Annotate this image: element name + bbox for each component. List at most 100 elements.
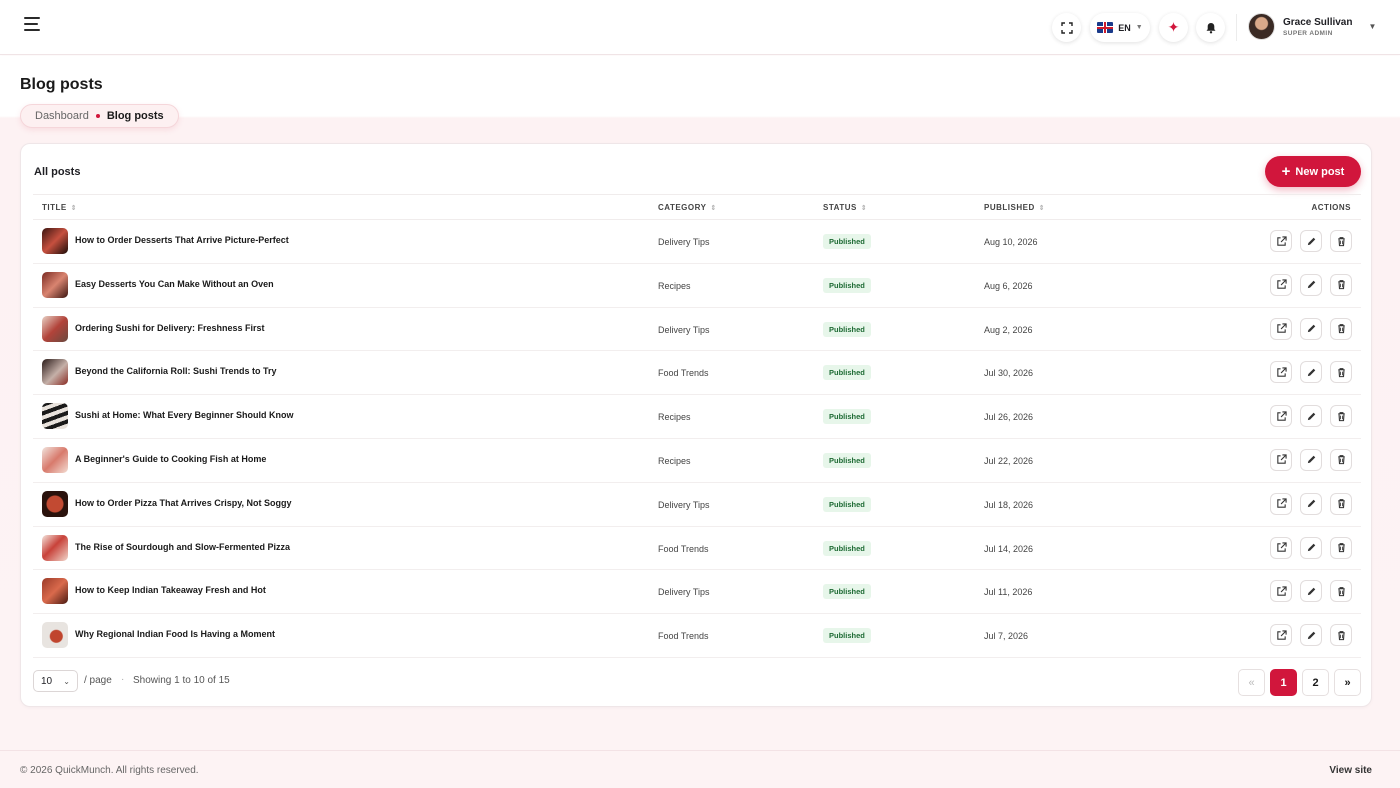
- next-page-button[interactable]: »: [1334, 669, 1361, 696]
- row-actions: [1270, 361, 1352, 384]
- ai-assistant-button[interactable]: ✦: [1159, 13, 1188, 42]
- edit-button[interactable]: [1300, 230, 1322, 252]
- delete-button[interactable]: [1330, 580, 1352, 603]
- fullscreen-button[interactable]: [1052, 13, 1081, 42]
- post-title[interactable]: How to Order Desserts That Arrive Pictur…: [75, 235, 289, 245]
- notifications-button[interactable]: [1196, 13, 1225, 42]
- delete-button[interactable]: [1330, 317, 1352, 340]
- post-date: Jul 22, 2026: [984, 455, 1034, 466]
- post-thumbnail: [42, 228, 68, 254]
- post-title[interactable]: Easy Desserts You Can Make Without an Ov…: [75, 279, 274, 289]
- edit-button[interactable]: [1300, 580, 1322, 603]
- post-thumbnail: [42, 315, 68, 342]
- delete-button[interactable]: [1330, 492, 1352, 515]
- post-title[interactable]: The Rise of Sourdough and Slow-Fermented…: [75, 542, 290, 552]
- post-category: Food Trends: [658, 631, 709, 642]
- page-button-1[interactable]: 1: [1270, 669, 1297, 696]
- table-row: Beyond the California Roll: Sushi Trends…: [33, 351, 1361, 396]
- post-title[interactable]: Sushi at Home: What Every Beginner Shoul…: [75, 410, 294, 420]
- open-button[interactable]: [1270, 580, 1292, 603]
- external-link-icon: [1276, 323, 1287, 333]
- page-button-2[interactable]: 2: [1302, 669, 1329, 696]
- row-actions: [1270, 536, 1352, 559]
- row-actions: [1270, 273, 1352, 296]
- row-actions: [1270, 405, 1352, 428]
- delete-button[interactable]: [1330, 361, 1352, 384]
- language-selector[interactable]: EN ▼: [1090, 13, 1150, 42]
- edit-button[interactable]: [1300, 273, 1322, 296]
- open-button[interactable]: [1270, 405, 1292, 428]
- status-badge: Published: [823, 540, 871, 556]
- trash-icon: [1337, 411, 1345, 421]
- edit-button[interactable]: [1300, 448, 1322, 471]
- delete-button[interactable]: [1330, 624, 1352, 647]
- edit-button[interactable]: [1300, 492, 1322, 515]
- delete-button[interactable]: [1330, 448, 1352, 471]
- per-page-select[interactable]: 10 ⌄: [33, 670, 78, 692]
- menu-icon[interactable]: [24, 17, 44, 37]
- user-menu[interactable]: Grace Sullivan SUPER ADMIN ▼: [1248, 13, 1376, 40]
- table-row: How to Order Desserts That Arrive Pictur…: [33, 220, 1361, 264]
- edit-button[interactable]: [1300, 536, 1322, 559]
- post-date: Jul 18, 2026: [984, 499, 1034, 510]
- trash-icon: [1337, 455, 1345, 465]
- post-title[interactable]: How to Keep Indian Takeaway Fresh and Ho…: [75, 585, 266, 595]
- post-date: Jul 11, 2026: [984, 587, 1033, 598]
- showing-count: Showing 1 to 10 of 15: [133, 675, 230, 686]
- sort-icon: ⇕: [1038, 204, 1046, 212]
- column-header-published[interactable]: PUBLISHED ⇕: [984, 203, 1045, 212]
- open-button[interactable]: [1270, 317, 1292, 340]
- post-date: Jul 14, 2026: [984, 543, 1034, 554]
- chevron-down-icon: ⌄: [63, 676, 70, 686]
- post-title[interactable]: Beyond the California Roll: Sushi Trends…: [75, 366, 277, 376]
- post-date: Aug 2, 2026: [984, 324, 1033, 335]
- external-link-icon: [1276, 454, 1287, 465]
- open-button[interactable]: [1270, 624, 1292, 647]
- post-category: Delivery Tips: [658, 587, 710, 598]
- delete-button[interactable]: [1330, 230, 1352, 252]
- avatar: [1248, 13, 1275, 40]
- view-site-link[interactable]: View site: [1329, 765, 1372, 776]
- trash-icon: [1337, 280, 1345, 290]
- plus-icon: +: [1281, 163, 1291, 180]
- post-title[interactable]: How to Order Pizza That Arrives Crispy, …: [75, 498, 292, 508]
- prev-page-button[interactable]: «: [1238, 669, 1265, 696]
- post-thumbnail: [42, 359, 68, 386]
- new-post-label: New post: [1295, 165, 1345, 178]
- row-actions: [1270, 580, 1352, 603]
- breadcrumb-dashboard[interactable]: Dashboard: [35, 110, 89, 122]
- post-category: Delivery Tips: [658, 324, 710, 335]
- post-title[interactable]: A Beginner's Guide to Cooking Fish at Ho…: [75, 454, 266, 464]
- row-actions: [1270, 448, 1352, 471]
- edit-button[interactable]: [1300, 624, 1322, 647]
- open-button[interactable]: [1270, 492, 1292, 515]
- status-badge: Published: [823, 496, 871, 512]
- separator-dot: ·: [121, 674, 125, 685]
- column-header-title[interactable]: TITLE ⇕: [42, 203, 77, 212]
- new-post-button[interactable]: + New post: [1265, 156, 1361, 187]
- column-header-category[interactable]: CATEGORY ⇕: [658, 203, 717, 212]
- status-badge: Published: [823, 234, 871, 249]
- post-thumbnail: [42, 490, 68, 517]
- edit-button[interactable]: [1300, 361, 1322, 384]
- page-title: Blog posts: [20, 76, 103, 93]
- edit-button[interactable]: [1300, 317, 1322, 340]
- delete-button[interactable]: [1330, 273, 1352, 296]
- open-button[interactable]: [1270, 448, 1292, 471]
- delete-button[interactable]: [1330, 536, 1352, 559]
- trash-icon: [1337, 586, 1345, 597]
- post-title[interactable]: Ordering Sushi for Delivery: Freshness F…: [75, 323, 265, 333]
- user-role: SUPER ADMIN: [1283, 29, 1333, 37]
- edit-button[interactable]: [1300, 405, 1322, 428]
- open-button[interactable]: [1270, 273, 1292, 296]
- open-button[interactable]: [1270, 361, 1292, 384]
- open-button[interactable]: [1270, 536, 1292, 559]
- post-title[interactable]: Why Regional Indian Food Is Having a Mom…: [75, 629, 275, 639]
- pencil-icon: [1307, 543, 1315, 552]
- delete-button[interactable]: [1330, 405, 1352, 428]
- trash-icon: [1337, 367, 1345, 378]
- table-row: Sushi at Home: What Every Beginner Shoul…: [33, 395, 1361, 439]
- open-button[interactable]: [1270, 230, 1292, 252]
- column-header-status[interactable]: STATUS ⇕: [823, 203, 867, 212]
- pagination: « 1 2 »: [1238, 669, 1361, 696]
